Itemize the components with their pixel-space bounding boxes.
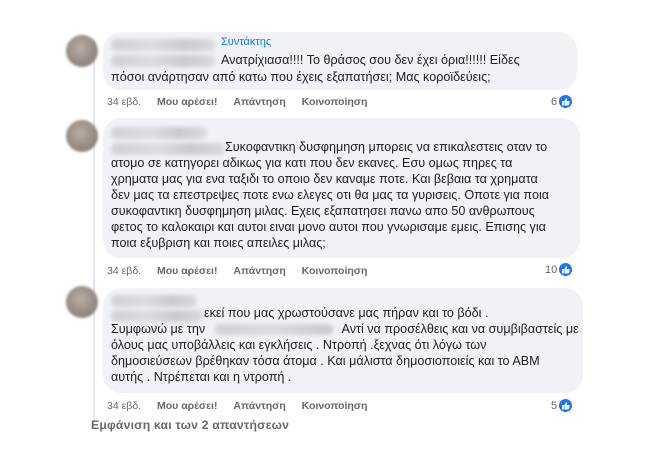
reaction-count[interactable]: 10 — [545, 263, 573, 276]
thread-line — [93, 40, 95, 422]
like-reaction-icon — [559, 95, 573, 108]
reaction-count[interactable]: 6 — [551, 95, 573, 108]
comment-actions: 34 εβδ. Μου αρέσει! Απάντηση Κοινοποίηση — [107, 96, 380, 108]
like-button[interactable]: Μου αρέσει! — [157, 96, 217, 108]
comment-bubble: εκεί που μας χρωστούσανε μας πήραν και τ… — [103, 288, 583, 393]
reaction-count[interactable]: 5 — [551, 399, 573, 412]
share-button[interactable]: Κοινοποίηση — [302, 96, 368, 108]
comment-line: όλους μας υποβάλλεις και εγκλήσεις . Ντρ… — [111, 338, 487, 352]
comment-text: ατομο σε κατηγορει αδικως για κατι που δ… — [111, 155, 549, 251]
show-replies-link[interactable]: Εμφάνιση και των 2 απαντήσεων — [91, 418, 289, 432]
comment-text: Ανατρίχιασα!!!! Το θράσος σου δεν έχει ό… — [221, 52, 520, 68]
timestamp[interactable]: 34 εβδ. — [107, 96, 141, 108]
comment-segment: Αντί να προσέλθεις και να συμβιβαστείς μ… — [341, 322, 579, 336]
share-button[interactable]: Κοινοποίηση — [302, 400, 368, 412]
comment-text: Συμφωνώ με την Αντί να προσέλθεις και να… — [111, 321, 579, 385]
comment-bubble: Συντάκτης Ανατρίχιασα!!!! Το θράσος σου … — [103, 32, 577, 90]
comment-line: αυτής . Ντρέπεται και η ντροπή . — [111, 370, 292, 384]
comment-actions: 34 εβδ. Μου αρέσει! Απάντηση Κοινοποίηση — [107, 400, 380, 412]
reaction-number: 6 — [551, 95, 558, 108]
comment-text: εκεί που μας χρωστούσανε μας πήραν και τ… — [204, 305, 488, 321]
comment-line: χρηματα μας για ενα ταξιδι το οποιο δεν … — [111, 172, 538, 186]
timestamp[interactable]: 34 εβδ. — [107, 400, 141, 412]
timestamp[interactable]: 34 εβδ. — [107, 265, 141, 277]
comment-line: συκοφαντικη δυσφημηση μιλας. Εχεις εξαπα… — [111, 204, 535, 218]
author-role-badge: Συντάκτης — [221, 36, 272, 48]
reply-button[interactable]: Απάντηση — [233, 265, 285, 277]
like-reaction-icon — [559, 263, 573, 276]
like-button[interactable]: Μου αρέσει! — [157, 400, 217, 412]
author-name-redacted — [111, 143, 225, 155]
comment-line: Συμφωνώ με την Αντί να προσέλθεις και να… — [111, 321, 579, 337]
reaction-number: 5 — [551, 399, 558, 412]
comment-line: φετος το καλοκαιρι και αυτοι ειναι μονο … — [111, 220, 546, 234]
comment-line: δεν μας τα επεστρεψες ποτε ενω ελεγες οτ… — [111, 188, 550, 202]
like-reaction-icon — [559, 399, 573, 412]
author-name-redacted[interactable] — [111, 39, 215, 51]
mentioned-name-redacted[interactable] — [214, 324, 333, 336]
avatar[interactable] — [66, 120, 98, 152]
comment-line: πόσοι ανάρτησαν από κατω που έχεις εξαπα… — [111, 70, 491, 84]
comment-line: ποια εξυβριση και ποιες απειλες μιλας; — [111, 236, 326, 250]
comment-text: πόσοι ανάρτησαν από κατω που έχεις εξαπα… — [111, 69, 491, 85]
comment-text: Συκοφαντικη δυσφημηση μπορεις να επικαλε… — [225, 139, 547, 155]
comment-line: δημοσιεύσεων βρέθηκαν τόσα άτομα . Και μ… — [111, 354, 540, 368]
comment-segment: Συμφωνώ με την — [111, 322, 206, 336]
share-button[interactable]: Κοινοποίηση — [302, 265, 368, 277]
author-name-redacted[interactable] — [111, 295, 197, 307]
comment-line: Συκοφαντικη δυσφημηση μπορεις να επικαλε… — [225, 140, 548, 154]
comment-actions: 34 εβδ. Μου αρέσει! Απάντηση Κοινοποίηση — [107, 265, 380, 277]
author-name-redacted — [111, 55, 215, 67]
comment-bubble: Συκοφαντικη δυσφημηση μπορεις να επικαλε… — [103, 118, 580, 258]
comment-line: ατομο σε κατηγορει αδικως για κατι που δ… — [111, 156, 513, 170]
reply-button[interactable]: Απάντηση — [233, 96, 285, 108]
comment-line: εκεί που μας χρωστούσανε μας πήραν και τ… — [204, 306, 489, 320]
author-name-redacted[interactable] — [111, 127, 207, 139]
avatar[interactable] — [66, 35, 98, 67]
reaction-number: 10 — [545, 263, 558, 276]
like-button[interactable]: Μου αρέσει! — [157, 265, 217, 277]
reply-button[interactable]: Απάντηση — [233, 400, 285, 412]
comment-line: Ανατρίχιασα!!!! Το θράσος σου δεν έχει ό… — [221, 53, 520, 67]
avatar[interactable] — [66, 286, 98, 318]
